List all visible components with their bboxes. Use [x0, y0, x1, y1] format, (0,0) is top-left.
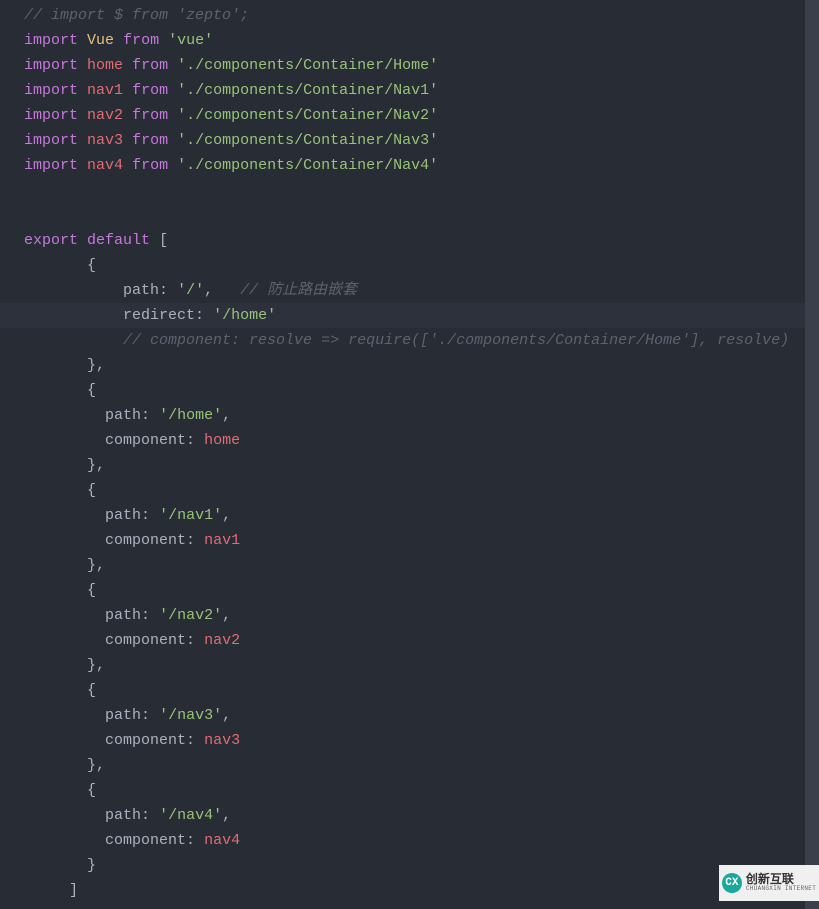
- code-editor: // import $ from 'zepto';import Vue from…: [0, 0, 819, 903]
- code-line: import nav3 from './components/Container…: [24, 128, 819, 153]
- code-line: }: [24, 853, 819, 878]
- code-line: path: '/', // 防止路由嵌套: [24, 278, 819, 303]
- code-line: path: '/nav2',: [24, 603, 819, 628]
- code-line: component: nav2: [24, 628, 819, 653]
- code-line: component: nav3: [24, 728, 819, 753]
- code-line: },: [24, 553, 819, 578]
- code-line: },: [24, 453, 819, 478]
- code-line: path: '/nav1',: [24, 503, 819, 528]
- code-line: {: [24, 378, 819, 403]
- code-line: [24, 203, 819, 228]
- code-line: },: [24, 353, 819, 378]
- code-line: {: [24, 778, 819, 803]
- code-line: redirect: '/home': [0, 303, 819, 328]
- code-line: {: [24, 478, 819, 503]
- code-line: import nav1 from './components/Container…: [24, 78, 819, 103]
- code-line: {: [24, 253, 819, 278]
- code-line: },: [24, 653, 819, 678]
- code-line: },: [24, 753, 819, 778]
- code-line: path: '/home',: [24, 403, 819, 428]
- code-line: import nav4 from './components/Container…: [24, 153, 819, 178]
- code-line: path: '/nav3',: [24, 703, 819, 728]
- watermark-logo-icon: CX: [722, 873, 742, 893]
- code-line: import home from './components/Container…: [24, 53, 819, 78]
- code-line: {: [24, 578, 819, 603]
- watermark: CX 创新互联 CHUANGXIN INTERNET: [719, 865, 819, 901]
- code-line: import nav2 from './components/Container…: [24, 103, 819, 128]
- code-line: ]: [24, 878, 819, 903]
- code-line: {: [24, 678, 819, 703]
- code-line: component: nav1: [24, 528, 819, 553]
- code-line: [24, 178, 819, 203]
- code-line: import Vue from 'vue': [24, 28, 819, 53]
- code-line: // import $ from 'zepto';: [24, 3, 819, 28]
- code-line: // component: resolve => require(['./com…: [24, 328, 819, 353]
- code-line: export default [: [24, 228, 819, 253]
- watermark-en: CHUANGXIN INTERNET: [746, 886, 816, 892]
- vertical-scrollbar[interactable]: [805, 0, 819, 909]
- code-line: component: nav4: [24, 828, 819, 853]
- code-line: component: home: [24, 428, 819, 453]
- code-line: path: '/nav4',: [24, 803, 819, 828]
